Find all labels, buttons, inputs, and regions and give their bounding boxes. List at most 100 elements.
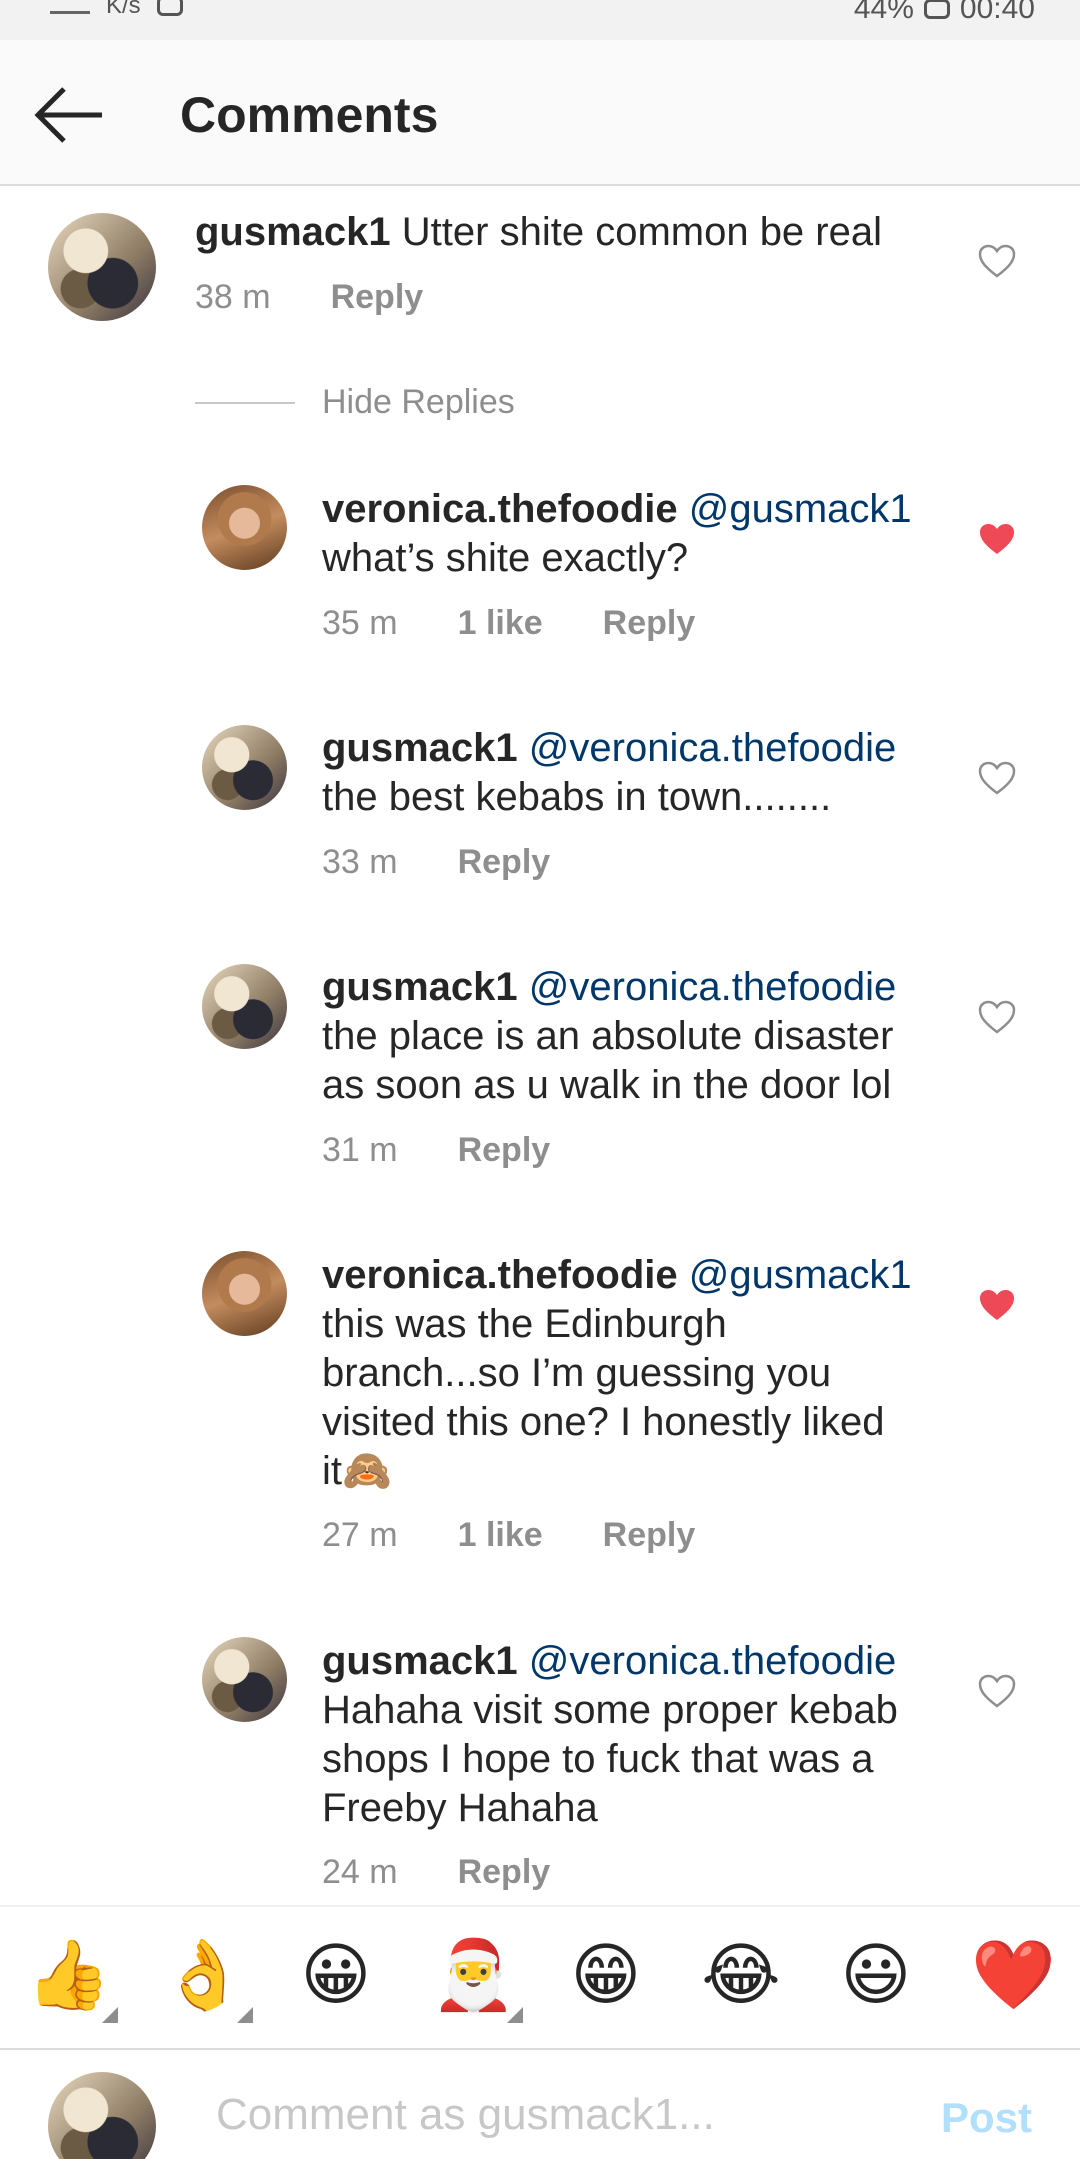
reply-body-line: shops I hope to fuck that was a (322, 1737, 874, 1781)
reply-meta: 33 m Reply (322, 843, 610, 882)
battery-icon (923, 0, 950, 19)
reply-button[interactable]: Reply (603, 1516, 696, 1555)
like-button[interactable] (977, 1673, 1017, 1709)
reply-button[interactable]: Reply (458, 1853, 551, 1892)
beaming-emoji-button[interactable]: 😁 (566, 1935, 646, 2015)
reply-text: gusmack1 @veronica.thefoodie the best ke… (322, 724, 942, 822)
reply-username[interactable]: gusmack1 (322, 726, 518, 770)
reply-body-line: what’s shite exactly? (322, 536, 689, 580)
like-button[interactable] (977, 243, 1017, 279)
emoji-quick-bar: 👍 👌 😀 🎅 😁 😂 😃 ❤️ (0, 1905, 1080, 2047)
red-heart-icon: ❤️ (971, 1937, 1056, 2013)
reply-text: veronica.thefoodie @gusmack1 what’s shit… (322, 485, 942, 583)
avatar[interactable] (202, 964, 287, 1049)
signal-icon (50, 0, 90, 14)
comment-input[interactable] (216, 2090, 916, 2140)
thumbs-up-icon: 👍 (26, 1937, 111, 2013)
reply-username[interactable]: gusmack1 (322, 1639, 518, 1683)
reply-text: veronica.thefoodie @gusmack1 this was th… (322, 1251, 962, 1496)
reply-time: 35 m (322, 604, 398, 642)
reply-time: 33 m (322, 843, 398, 881)
avatar[interactable] (202, 485, 287, 570)
skin-tone-indicator (237, 2007, 253, 2023)
smiley-emoji-button[interactable]: 😃 (836, 1935, 916, 2015)
network-speed: K/s (106, 0, 141, 19)
divider (195, 401, 295, 404)
like-button[interactable] (977, 1287, 1017, 1323)
battery-level: 44% (853, 0, 914, 25)
santa-icon: 🎅 (431, 1937, 516, 2013)
avatar[interactable] (202, 1251, 287, 1336)
reply-body-line: Hahaha visit some proper kebab (322, 1688, 898, 1732)
reply-time: 24 m (322, 1853, 398, 1891)
reply-time: 31 m (322, 1131, 398, 1169)
comment-time: 38 m (195, 278, 271, 316)
reply-button[interactable]: Reply (458, 843, 551, 882)
comments-list[interactable]: gusmack1 Utter shite common be real 38 m… (0, 188, 1080, 1904)
comment-username[interactable]: gusmack1 (195, 210, 391, 254)
current-user-avatar (48, 2072, 156, 2159)
reply-button[interactable]: Reply (458, 1131, 551, 1170)
comment-composer: Post (0, 2048, 1080, 2159)
avatar[interactable] (202, 1637, 287, 1722)
reply-username[interactable]: veronica.thefoodie (322, 1253, 678, 1297)
reply-meta: 24 m Reply (322, 1853, 610, 1892)
likes-count[interactable]: 1 like (458, 604, 543, 643)
hide-replies-button[interactable]: Hide Replies (195, 383, 515, 422)
reply-mention[interactable]: @veronica.thefoodie (529, 726, 897, 770)
beaming-face-icon: 😁 (570, 1937, 642, 2013)
comment-text: gusmack1 Utter shite common be real (195, 208, 915, 257)
grinning-emoji-button[interactable]: 😀 (296, 1935, 376, 2015)
reply-meta: 31 m Reply (322, 1131, 610, 1170)
likes-count[interactable]: 1 like (458, 1516, 543, 1555)
skin-tone-indicator (102, 2007, 118, 2023)
reply-text: gusmack1 @veronica.thefoodie Hahaha visi… (322, 1637, 962, 1833)
thumbs-up-emoji-button[interactable]: 👍 (26, 1935, 118, 2023)
heart-filled-icon (980, 1290, 1014, 1320)
reply-body-line: this was the Edinburgh (322, 1302, 727, 1346)
header: Comments (0, 40, 1080, 186)
reply-meta: 27 m 1 like Reply (322, 1516, 755, 1555)
heart-filled-icon (980, 524, 1014, 554)
reply-body-line: the place is an absolute disaster (322, 1014, 894, 1058)
heart-outline-icon (978, 1674, 1016, 1708)
skin-tone-indicator (507, 2007, 523, 2023)
ok-hand-icon: 👌 (161, 1937, 246, 2013)
reply-mention[interactable]: @veronica.thefoodie (529, 965, 897, 1009)
reply-body-line: Freeby Hahaha (322, 1786, 598, 1830)
like-button[interactable] (977, 521, 1017, 557)
reply-body-line: the best kebabs in town........ (322, 775, 832, 819)
red-heart-emoji-button[interactable]: ❤️ (971, 1935, 1056, 2015)
grinning-face-icon: 😀 (300, 1937, 372, 2013)
reply-body-line: it🙈 (322, 1449, 392, 1493)
status-bar: K/s 44% 00:40 (0, 0, 1080, 40)
reply-username[interactable]: gusmack1 (322, 965, 518, 1009)
avatar[interactable] (48, 213, 156, 321)
reply-mention[interactable]: @gusmack1 (689, 487, 912, 531)
reply-button[interactable]: Reply (603, 604, 696, 643)
comment-meta: 38 m Reply (195, 278, 483, 317)
reply-meta: 35 m 1 like Reply (322, 604, 755, 643)
like-button[interactable] (977, 760, 1017, 796)
tears-of-joy-icon: 😂 (701, 1937, 781, 2013)
hide-replies-label: Hide Replies (322, 383, 515, 421)
like-button[interactable] (977, 999, 1017, 1035)
reply-body-line: branch...so I’m guessing you (322, 1351, 832, 1395)
heart-outline-icon (978, 1000, 1016, 1034)
reply-button[interactable]: Reply (331, 278, 424, 317)
back-button[interactable] (30, 75, 110, 155)
santa-emoji-button[interactable]: 🎅 (431, 1935, 523, 2023)
post-button[interactable]: Post (941, 2094, 1032, 2142)
clock: 00:40 (959, 0, 1035, 25)
reply-mention[interactable]: @gusmack1 (689, 1253, 912, 1297)
reply-body-line: visited this one? I honestly liked (322, 1400, 885, 1444)
reply-mention[interactable]: @veronica.thefoodie (529, 1639, 897, 1683)
tears-of-joy-emoji-button[interactable]: 😂 (701, 1935, 781, 2015)
reply-text: gusmack1 @veronica.thefoodie the place i… (322, 963, 962, 1110)
back-arrow-icon (34, 87, 102, 143)
ok-hand-emoji-button[interactable]: 👌 (161, 1935, 253, 2023)
comment-body: Utter shite common be real (401, 210, 882, 254)
reply-time: 27 m (322, 1516, 398, 1554)
reply-username[interactable]: veronica.thefoodie (322, 487, 678, 531)
avatar[interactable] (202, 725, 287, 810)
